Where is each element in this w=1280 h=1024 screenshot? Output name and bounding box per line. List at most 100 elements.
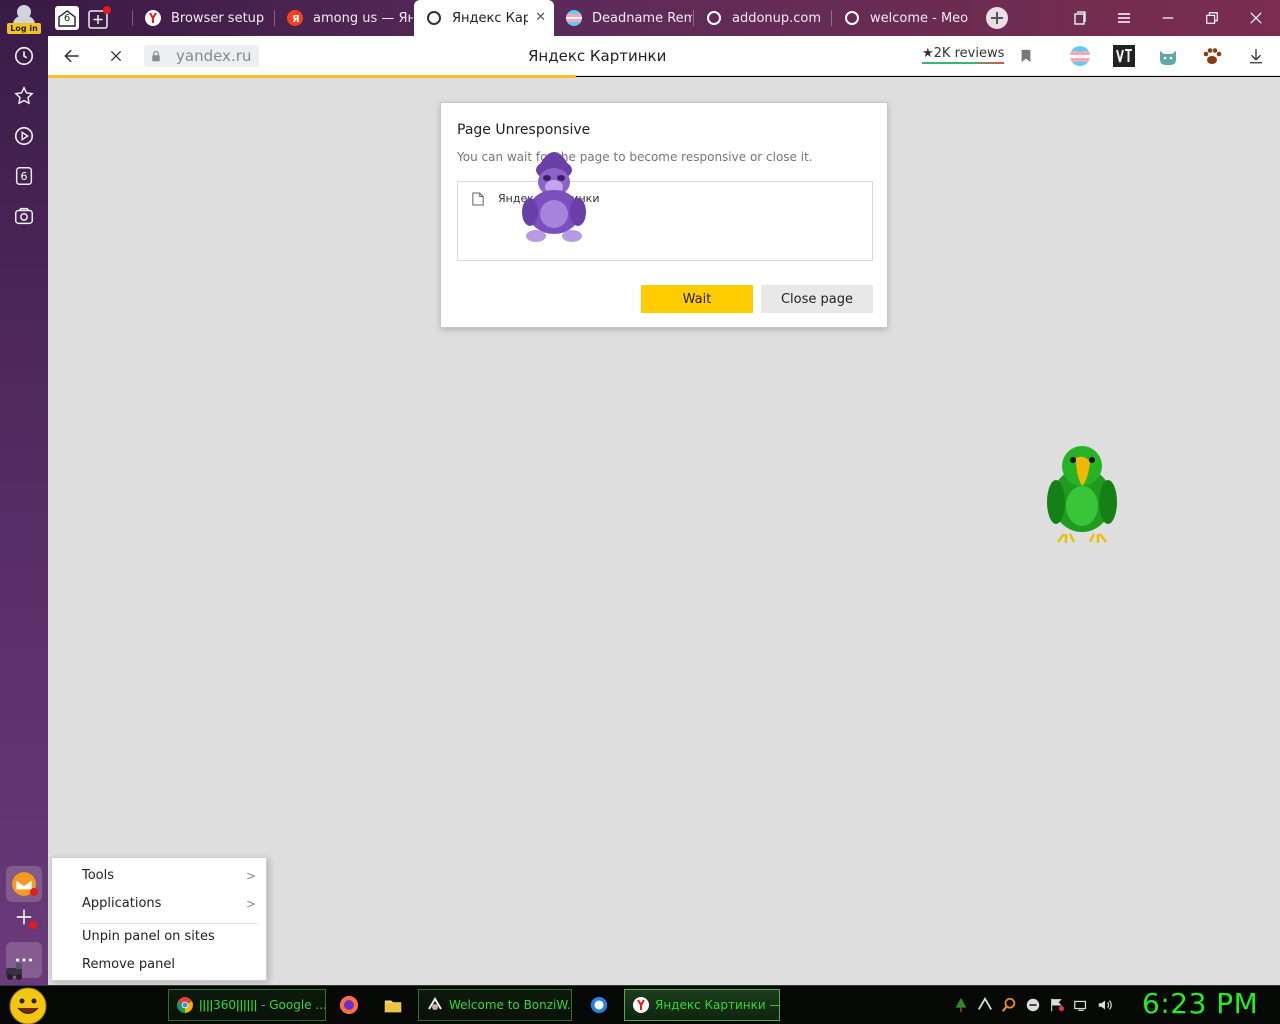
new-tab-button[interactable] (984, 5, 1010, 31)
tray-volume-icon[interactable] (1096, 996, 1114, 1014)
menu-item-unpin-panel[interactable]: Unpin panel on sites (52, 924, 266, 950)
bookmarks-star-icon[interactable] (12, 84, 36, 108)
taskbar-app-yandex-browser[interactable]: Яндекс Картинки —... (624, 989, 780, 1021)
menu-item-label: Unpin panel on sites (82, 929, 215, 944)
dialog-title: Page Unresponsive (457, 122, 591, 138)
tab-title: Deadname Rem (592, 10, 692, 26)
start-button-smiley-icon[interactable] (8, 987, 48, 1024)
close-window-icon[interactable] (1234, 0, 1278, 36)
bonzi-gorilla-agent[interactable] (516, 140, 594, 244)
taskbar-clock[interactable]: 6:23 PM (1142, 987, 1258, 1020)
tab-title: Browser setup (171, 10, 265, 26)
dialog-message: You can wait for the page to become resp… (457, 150, 813, 164)
address-bar: yandex.ru Яндекс Картинки ★2K reviews (48, 36, 1280, 76)
tab-collections-icon[interactable] (1058, 0, 1102, 36)
minimize-icon[interactable] (1146, 0, 1190, 36)
screenshot-camera-icon[interactable] (12, 204, 36, 228)
url-host[interactable]: yandex.ru (168, 45, 260, 67)
home-tab-count: 6 (63, 13, 71, 24)
history-icon[interactable] (12, 44, 36, 68)
plus-circle-icon (986, 7, 1008, 29)
restore-icon[interactable] (1190, 0, 1234, 36)
wait-button[interactable]: Wait (641, 285, 753, 313)
close-page-button[interactable]: Close page (761, 285, 873, 313)
taskbar-app-label: ǀǀǀǀ360ǀǀǀǀǀǀ - Google ... (199, 998, 326, 1012)
menu-item-remove-panel[interactable]: Remove panel (52, 952, 266, 978)
tab-title: Яндекс Карт (452, 10, 528, 26)
menu-item-label: Applications (82, 896, 162, 911)
menu-hamburger-icon[interactable] (1102, 0, 1146, 36)
tab-title: among us — Ян (313, 10, 413, 26)
mail-app-button[interactable] (6, 866, 42, 902)
loading-ring-icon (844, 10, 860, 26)
sidebar-context-menu: Tools > Applications > Unpin panel on si… (51, 857, 267, 981)
cat-extension-icon[interactable] (1157, 45, 1179, 67)
paw-extension-icon[interactable] (1201, 45, 1223, 67)
chrome-icon (177, 997, 193, 1013)
tab-yandex-images[interactable]: Яндекс Карт ✕ (414, 0, 554, 36)
browser-sidebar-panel: Log in 6 (0, 0, 48, 985)
notification-dot (30, 888, 38, 896)
firefox-icon[interactable] (338, 994, 360, 1016)
menu-item-applications[interactable]: Applications > (52, 891, 266, 917)
tab-title: welcome - Meo (870, 10, 968, 26)
profile-login-button[interactable]: Log in (4, 2, 44, 34)
yandex-y-icon (145, 10, 161, 26)
yandex-ya-icon: Я (287, 10, 303, 26)
tray-bonzi-icon[interactable] (976, 996, 994, 1014)
taskbar-app-bonziworld[interactable]: Welcome to BonziW... (418, 989, 572, 1021)
loading-ring-icon (706, 10, 722, 26)
new-tab-group-button[interactable] (86, 5, 112, 31)
chevron-right-icon: > (245, 869, 256, 883)
taskbar-app-label: Яндекс Картинки —... (655, 998, 780, 1012)
tray-info-icon[interactable] (1024, 996, 1042, 1014)
tab-addonup[interactable]: addonup.com (694, 0, 830, 36)
file-explorer-folder-icon[interactable] (382, 994, 404, 1016)
add-tab-icon (88, 6, 111, 29)
media-play-icon[interactable] (12, 124, 36, 148)
bonzi-icon (427, 997, 443, 1013)
tab-deadname-remover[interactable]: Deadname Rem (554, 0, 692, 36)
download-icon[interactable] (1244, 44, 1268, 68)
chat-app-icon[interactable] (588, 994, 610, 1016)
stop-loading-icon[interactable] (104, 44, 128, 68)
page-title: Яндекс Картинки (528, 47, 667, 65)
tab-count-badge: 6 (20, 169, 28, 183)
close-tab-icon[interactable]: ✕ (535, 10, 546, 25)
yandex-browser-icon (633, 997, 649, 1013)
trans-flag-icon (566, 10, 582, 26)
tab-title: addonup.com (732, 10, 822, 26)
green-parrot-agent[interactable] (1042, 440, 1122, 546)
tab-browser-setup[interactable]: Browser setup (133, 0, 273, 36)
tray-search-icon[interactable] (1000, 996, 1018, 1014)
tab-count-icon[interactable]: 6 (12, 164, 36, 188)
reviews-badge[interactable]: ★2K reviews (922, 46, 1005, 64)
notification-dot (29, 921, 37, 929)
page-loading-progress-bar (48, 75, 576, 78)
taskbar: ǀǀǀǀ360ǀǀǀǀǀǀ - Google ... Welcome to Bo… (0, 985, 1280, 1024)
tab-welcome-meow[interactable]: welcome - Meo (832, 0, 968, 36)
taskbar-app-chrome[interactable]: ǀǀǀǀ360ǀǀǀǀǀǀ - Google ... (168, 989, 326, 1021)
menu-item-label: Tools (82, 868, 115, 883)
document-icon (472, 192, 484, 210)
bookmark-icon[interactable] (1014, 44, 1038, 68)
trans-flag-extension-icon[interactable] (1069, 45, 1091, 67)
home-tabs-button[interactable]: 6 (54, 5, 80, 31)
menu-item-label: Remove panel (82, 957, 175, 972)
vt-extension-icon[interactable] (1113, 45, 1135, 67)
url-field[interactable]: yandex.ru (144, 43, 260, 69)
tab-among-us[interactable]: Я among us — Ян (275, 0, 413, 36)
taskbar-app-label: Welcome to BonziW... (449, 998, 572, 1012)
svg-text:Я: Я (292, 14, 300, 25)
tray-network-icon[interactable] (1072, 996, 1090, 1014)
login-label: Log in (7, 23, 41, 34)
menu-item-tools[interactable]: Tools > (52, 863, 266, 889)
tray-tree-icon[interactable] (952, 996, 970, 1014)
chevron-right-icon: > (245, 897, 256, 911)
page-unresponsive-dialog: Page Unresponsive You can wait for the p… (440, 102, 888, 328)
tray-flag-icon[interactable] (1048, 996, 1066, 1014)
loading-ring-icon (426, 10, 442, 26)
lock-icon[interactable] (144, 45, 168, 67)
back-arrow-icon[interactable] (60, 44, 84, 68)
add-panel-plus-icon[interactable] (12, 905, 37, 929)
